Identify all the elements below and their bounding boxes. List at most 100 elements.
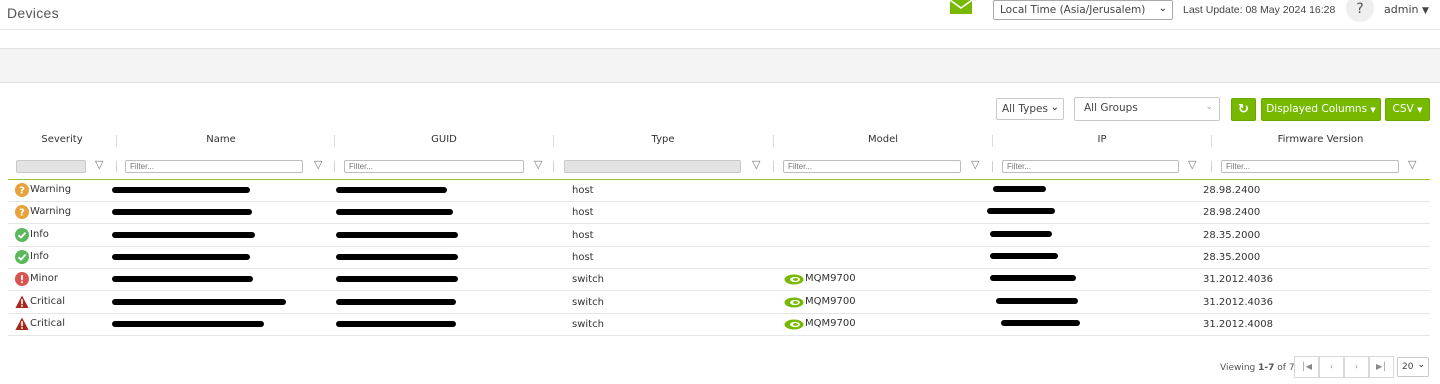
filter-icon[interactable]: ▽	[534, 158, 542, 171]
name-filter-input[interactable]	[125, 160, 303, 173]
column-header-name[interactable]: Name	[116, 134, 326, 148]
column-header-severity[interactable]: Severity	[8, 134, 116, 148]
filter-icon[interactable]: ▽	[314, 158, 322, 171]
page-size-value: 20	[1402, 362, 1414, 372]
column-header-guid[interactable]: GUID	[334, 134, 554, 148]
name-redacted	[112, 231, 255, 238]
type-text: switch	[572, 274, 604, 286]
severity-text: Minor	[30, 273, 58, 285]
table-row[interactable]: Minor switch MQM9700 31.2012.4036	[8, 269, 1430, 292]
types-select[interactable]: All Types ⌄	[996, 98, 1064, 120]
firmware-text: 28.35.2000	[1203, 251, 1261, 263]
chevron-down-icon: ⌄	[1417, 360, 1425, 370]
filter-icon[interactable]: ▽	[1188, 158, 1196, 171]
ip-filter-input[interactable]	[1002, 160, 1179, 173]
nvidia-logo-icon	[784, 297, 804, 307]
refresh-icon: ↻	[1238, 102, 1249, 117]
column-header-ip[interactable]: IP	[992, 134, 1212, 148]
guid-redacted	[336, 276, 458, 283]
name-redacted	[112, 320, 264, 327]
last-update-text: Last Update: 08 May 2024 16:28	[1183, 4, 1336, 16]
page-title: Devices	[7, 5, 59, 21]
firmware-text: 31.2012.4036	[1203, 274, 1273, 286]
last-page-button[interactable]: ▶│	[1369, 356, 1394, 378]
severity-text: Info	[30, 250, 49, 262]
severity-text: Info	[30, 228, 49, 240]
viewing-of: of	[1277, 363, 1286, 373]
svg-text:?: ?	[19, 208, 25, 219]
model-filter-input[interactable]	[783, 160, 961, 173]
name-redacted	[112, 276, 253, 283]
table-row[interactable]: Info host 28.35.2000	[8, 225, 1430, 247]
name-redacted	[112, 209, 252, 216]
ip-redacted	[990, 275, 1076, 282]
timezone-value: Local Time (Asia/Jerusalem)	[1000, 4, 1146, 16]
filter-separator	[553, 161, 554, 172]
column-header-model[interactable]: Model	[773, 134, 993, 148]
severity-text: Warning	[30, 184, 72, 195]
displayed-columns-button[interactable]: Displayed Columns ▼	[1261, 98, 1381, 121]
filter-icon[interactable]: ▽	[95, 158, 103, 171]
guid-redacted	[336, 253, 458, 260]
name-redacted	[112, 298, 286, 305]
model-text: MQM9700	[805, 317, 856, 329]
name-redacted	[112, 253, 250, 260]
displayed-columns-label: Displayed Columns	[1266, 103, 1368, 115]
table-row[interactable]: Critical switch MQM9700 31.2012.4036	[8, 292, 1430, 314]
csv-button[interactable]: CSV ▼	[1385, 98, 1430, 121]
guid-filter-input[interactable]	[344, 160, 524, 173]
filter-icon[interactable]: ▽	[1408, 158, 1416, 171]
page-size-select[interactable]: 20 ⌄	[1397, 357, 1429, 377]
table-row[interactable]: ? Warning host 28.98.2400	[8, 202, 1430, 225]
check-circle-icon	[15, 227, 29, 242]
help-button[interactable]: ?	[1346, 0, 1374, 22]
warning-question-icon: ?	[15, 183, 29, 197]
guid-redacted	[336, 298, 456, 305]
chevron-down-icon: ⌄	[1158, 3, 1167, 14]
timezone-select[interactable]: Local Time (Asia/Jerusalem) ⌄	[993, 0, 1173, 20]
groups-select[interactable]: All Groups ⌄	[1074, 97, 1220, 121]
type-text: switch	[572, 296, 604, 308]
first-page-button[interactable]: │◀	[1294, 356, 1319, 378]
chevron-down-icon: ⌄	[1205, 102, 1213, 112]
firmware-filter-input[interactable]	[1221, 160, 1399, 173]
firmware-text: 28.35.2000	[1203, 229, 1261, 241]
table-row[interactable]: ? Warning host 28.98.2400	[8, 180, 1430, 202]
nvidia-logo-icon	[784, 319, 804, 330]
chevron-down-icon: ▼	[1421, 6, 1429, 16]
user-menu[interactable]: admin ▼	[1384, 3, 1429, 16]
column-header-type[interactable]: Type	[553, 134, 773, 148]
type-filter-select[interactable]	[564, 160, 741, 173]
filter-icon[interactable]: ▽	[752, 158, 760, 171]
guid-redacted	[336, 209, 453, 216]
ip-redacted	[1001, 319, 1080, 326]
viewing-text: Viewing 1-7 of 7	[1220, 363, 1295, 373]
mail-icon[interactable]	[950, 0, 972, 14]
severity-text: Critical	[30, 295, 65, 307]
type-text: host	[572, 185, 594, 196]
severity-filter-select[interactable]	[16, 160, 86, 173]
table-row[interactable]: Info host 28.35.2000	[8, 247, 1430, 269]
type-text: host	[572, 251, 594, 263]
prev-page-button[interactable]: ‹	[1319, 356, 1344, 378]
next-page-button[interactable]: ›	[1344, 356, 1369, 378]
column-header-firmware[interactable]: Firmware Version	[1211, 134, 1430, 148]
guid-redacted	[336, 320, 456, 327]
filter-separator	[992, 161, 993, 172]
severity-text: Critical	[30, 317, 65, 329]
check-circle-icon	[15, 249, 29, 264]
types-value: All Types	[1002, 103, 1048, 115]
filter-icon[interactable]: ▽	[971, 158, 979, 171]
content-header-band	[0, 49, 1440, 83]
firmware-text: 28.98.2400	[1203, 185, 1261, 196]
svg-text:?: ?	[19, 186, 25, 197]
table-row[interactable]: Critical switch MQM9700 31.2012.4008	[8, 314, 1430, 336]
firmware-text: 31.2012.4008	[1203, 318, 1273, 330]
caret-down-icon: ▼	[1370, 106, 1376, 114]
filter-separator	[773, 161, 774, 172]
top-bar: Devices Local Time (Asia/Jerusalem) ⌄ La…	[0, 0, 1440, 30]
user-name: admin	[1384, 3, 1419, 16]
firmware-text: 31.2012.4036	[1203, 296, 1273, 308]
refresh-button[interactable]: ↻	[1231, 98, 1256, 121]
guid-redacted	[336, 187, 447, 193]
